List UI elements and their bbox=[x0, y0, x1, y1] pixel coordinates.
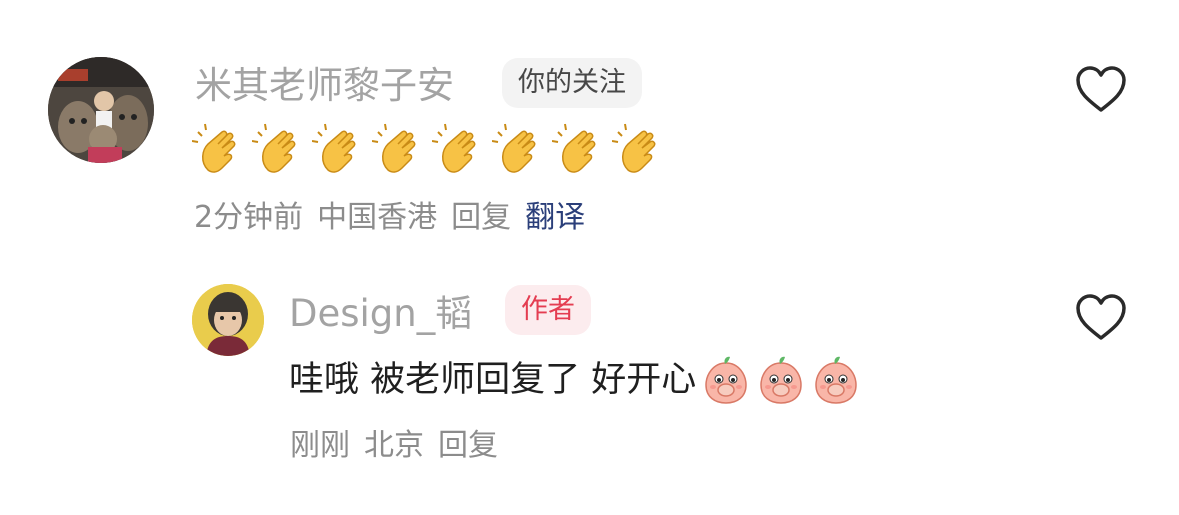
comment-location: 中国香港 bbox=[317, 200, 438, 235]
reply-location: 北京 bbox=[364, 428, 424, 463]
like-heart-icon[interactable] bbox=[1074, 64, 1128, 114]
reply-username[interactable]: Design_韬 bbox=[289, 295, 472, 332]
clap-emoji-icon bbox=[612, 123, 656, 173]
clap-emoji-icon bbox=[312, 123, 356, 173]
avatar-image bbox=[192, 284, 264, 356]
reply-time: 刚刚 bbox=[290, 428, 350, 463]
clap-emoji-icon bbox=[192, 123, 236, 173]
clap-emoji-icon bbox=[252, 123, 296, 173]
reply-avatar[interactable] bbox=[192, 284, 264, 356]
author-badge: 作者 bbox=[505, 285, 591, 335]
comment-time: 2分钟前 bbox=[194, 200, 304, 235]
commenter-avatar[interactable] bbox=[48, 57, 154, 163]
reply-button[interactable]: 回复 bbox=[438, 428, 498, 463]
reply-content: 哇哦 被老师回复了 好开心 bbox=[289, 353, 861, 407]
peach-sticker-icon bbox=[815, 356, 858, 404]
reply-meta: 刚刚 北京 回复 bbox=[290, 431, 512, 461]
reply-button[interactable]: 回复 bbox=[451, 200, 511, 235]
peach-sticker-icon bbox=[705, 356, 748, 404]
translate-button[interactable]: 翻译 bbox=[525, 200, 585, 235]
following-badge: 你的关注 bbox=[502, 58, 642, 108]
clap-emoji-icon bbox=[552, 123, 596, 173]
comment-text bbox=[192, 122, 666, 176]
peach-sticker-icon bbox=[760, 356, 803, 404]
clap-emoji-icon bbox=[372, 123, 416, 173]
like-heart-icon[interactable] bbox=[1074, 292, 1128, 342]
commenter-username[interactable]: 米其老师黎子安 bbox=[195, 67, 454, 104]
comment-meta: 2分钟前 中国香港 回复 翻译 bbox=[194, 203, 599, 233]
clap-emoji-icon bbox=[432, 123, 476, 173]
avatar-image bbox=[48, 57, 154, 163]
clap-emoji-icon bbox=[492, 123, 536, 173]
reply-text: 哇哦 被老师回复了 好开心 bbox=[289, 359, 697, 400]
